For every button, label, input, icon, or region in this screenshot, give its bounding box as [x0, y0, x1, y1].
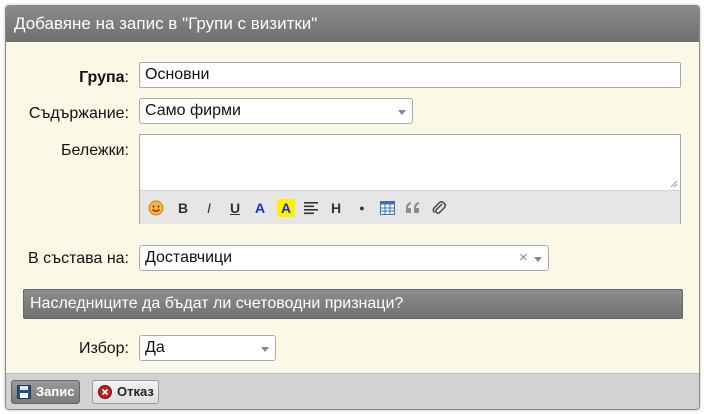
- part-of-select[interactable]: Доставчици ×: [139, 245, 549, 271]
- table-icon[interactable]: [378, 199, 396, 217]
- notes-textarea[interactable]: [140, 135, 680, 190]
- italic-button[interactable]: I: [200, 199, 218, 217]
- dialog-titlebar[interactable]: Добавяне на запис в "Групи с визитки": [6, 6, 699, 42]
- choice-select-value: Да: [145, 339, 165, 356]
- smiley-icon[interactable]: [147, 199, 165, 217]
- section-title: Наследниците да бъдат ли счетоводни приз…: [30, 295, 404, 312]
- group-label-colon: :: [124, 69, 129, 86]
- notes-editor: B I U A A H ●: [139, 134, 681, 224]
- content-select[interactable]: Само фирми: [139, 98, 413, 124]
- bullet-list-button[interactable]: ●: [353, 199, 371, 217]
- chevron-down-icon: [398, 110, 406, 115]
- add-record-dialog: Добавяне на запис в "Групи с визитки" Гр…: [5, 5, 700, 410]
- group-label-text: Група: [79, 69, 125, 86]
- dialog-title: Добавяне на запис в "Групи с визитки": [14, 14, 318, 33]
- part-of-label: В състава на:: [27, 250, 129, 267]
- group-name-input[interactable]: Основни: [139, 62, 681, 88]
- notes-label: Бележки:: [60, 142, 129, 159]
- bold-button[interactable]: B: [174, 199, 192, 217]
- chevron-down-icon: [261, 347, 269, 352]
- underline-button[interactable]: U: [226, 199, 244, 217]
- floppy-disk-icon: [17, 385, 31, 399]
- dialog-body: Група: Основни Съдържание: Само фирми Бе…: [6, 42, 699, 373]
- align-justify-icon[interactable]: [302, 199, 320, 217]
- heading-button[interactable]: H: [327, 199, 345, 217]
- quote-icon[interactable]: [404, 199, 422, 217]
- group-name-value: Основни: [145, 66, 210, 83]
- group-label: Група:: [66, 69, 129, 87]
- choice-select[interactable]: Да: [139, 335, 276, 361]
- content-label: Съдържание:: [28, 105, 129, 122]
- save-button-label: Запис: [36, 384, 75, 399]
- font-color-button[interactable]: A: [251, 199, 269, 217]
- choice-label: Избор:: [78, 340, 129, 357]
- section-header: Наследниците да бъдат ли счетоводни приз…: [23, 289, 683, 319]
- cancel-button[interactable]: Отказ: [92, 380, 159, 404]
- highlight-button[interactable]: A: [277, 199, 295, 217]
- paperclip-icon[interactable]: [430, 199, 448, 217]
- cancel-button-label: Отказ: [117, 384, 154, 399]
- chevron-down-icon: [534, 257, 542, 262]
- clear-selection-icon[interactable]: ×: [519, 246, 528, 270]
- part-of-select-value: Доставчици: [145, 249, 233, 266]
- save-button[interactable]: Запис: [11, 380, 80, 404]
- editor-toolbar: B I U A A H ●: [140, 190, 680, 224]
- resize-handle-icon[interactable]: [670, 180, 678, 188]
- dialog-footer: Запис Отказ: [6, 373, 699, 409]
- close-circle-icon: [98, 385, 112, 399]
- content-select-value: Само фирми: [145, 102, 241, 119]
